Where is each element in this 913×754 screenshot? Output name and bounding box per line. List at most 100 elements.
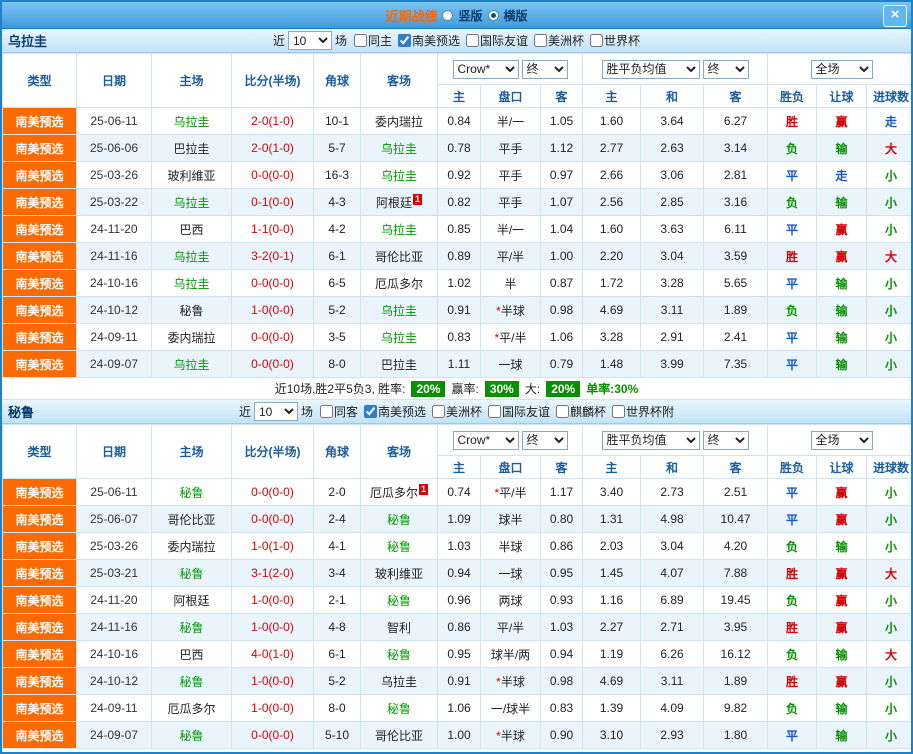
away-team-cell[interactable]: 厄瓜多尔 1 <box>360 478 438 506</box>
checkbox-input[interactable] <box>612 405 626 418</box>
home-team-cell[interactable]: 玻利维亚 <box>151 161 232 189</box>
home-team-cell[interactable]: 乌拉圭 <box>151 269 232 297</box>
league-type-cell[interactable]: 南美预选 <box>2 242 77 270</box>
home-team-cell[interactable]: 委内瑞拉 <box>151 323 232 351</box>
filter-checkbox[interactable]: 麒麟杯 <box>556 403 606 420</box>
checkbox-input[interactable] <box>488 405 502 418</box>
close-button[interactable]: × <box>883 5 907 27</box>
league-type-cell[interactable]: 南美预选 <box>2 586 77 614</box>
away-team-cell[interactable]: 乌拉圭 <box>360 215 438 243</box>
match-count-select[interactable]: 10 <box>287 31 332 50</box>
away-team-cell[interactable]: 委内瑞拉 <box>360 107 438 135</box>
match-count-select[interactable]: 10 <box>253 402 298 421</box>
away-team-cell[interactable]: 秘鲁 <box>360 694 438 722</box>
filter-checkbox[interactable]: 国际友谊 <box>466 32 528 49</box>
checkbox-input[interactable] <box>590 34 604 47</box>
radio-vertical-layout[interactable] <box>442 9 454 21</box>
home-team-cell[interactable]: 秘鲁 <box>151 613 232 641</box>
league-type-cell[interactable]: 南美预选 <box>2 505 77 533</box>
home-team-cell[interactable]: 委内瑞拉 <box>151 532 232 560</box>
checkbox-input[interactable] <box>319 405 333 418</box>
home-team-cell[interactable]: 阿根廷 <box>151 586 232 614</box>
home-team-cell[interactable]: 秘鲁 <box>151 559 232 587</box>
away-team-cell[interactable]: 巴拉圭 <box>360 350 438 378</box>
home-team-cell[interactable]: 秘鲁 <box>151 667 232 695</box>
league-type-cell[interactable]: 南美预选 <box>2 478 77 506</box>
odds-final-select[interactable]: 终 <box>521 59 568 79</box>
filter-checkbox[interactable]: 世界杯附 <box>612 403 674 420</box>
league-type-cell[interactable]: 南美预选 <box>2 640 77 668</box>
checkbox-input[interactable] <box>353 34 367 47</box>
away-team-cell[interactable]: 智利 <box>360 613 438 641</box>
fulltime-select[interactable]: 全场 <box>810 59 873 79</box>
odds-company-select[interactable]: Crow* <box>452 430 519 450</box>
home-team-cell[interactable]: 哥伦比亚 <box>151 505 232 533</box>
filter-checkbox[interactable]: 美洲杯 <box>432 403 482 420</box>
filter-checkbox[interactable]: 国际友谊 <box>488 403 550 420</box>
league-type-cell[interactable]: 南美预选 <box>2 269 77 297</box>
league-type-cell[interactable]: 南美预选 <box>2 215 77 243</box>
euro-odds-select[interactable]: 胜平负均值 <box>601 59 700 79</box>
filter-checkbox[interactable]: 同主 <box>353 32 392 49</box>
league-type-cell[interactable]: 南美预选 <box>2 350 77 378</box>
away-team-cell[interactable]: 秘鲁 <box>360 505 438 533</box>
away-team-cell[interactable]: 秘鲁 <box>360 586 438 614</box>
league-type-cell[interactable]: 南美预选 <box>2 296 77 324</box>
euro-final-select[interactable]: 终 <box>702 430 749 450</box>
league-type-cell[interactable]: 南美预选 <box>2 721 77 749</box>
league-type-cell[interactable]: 南美预选 <box>2 161 77 189</box>
checkbox-input[interactable] <box>363 405 377 418</box>
home-team-cell[interactable]: 秘鲁 <box>151 478 232 506</box>
league-type-cell[interactable]: 南美预选 <box>2 532 77 560</box>
away-team-cell[interactable]: 秘鲁 <box>360 640 438 668</box>
away-team-cell[interactable]: 玻利维亚 <box>360 559 438 587</box>
checkbox-input[interactable] <box>534 34 548 47</box>
odds-company-select[interactable]: Crow* <box>452 59 519 79</box>
away-team-cell[interactable]: 乌拉圭 <box>360 161 438 189</box>
checkbox-input[interactable] <box>397 34 411 47</box>
radio-horizontal-layout[interactable] <box>487 9 499 21</box>
checkbox-input[interactable] <box>432 405 445 418</box>
filter-checkbox[interactable]: 美洲杯 <box>534 32 584 49</box>
away-team-cell[interactable]: 阿根廷 1 <box>360 188 438 216</box>
home-team-cell[interactable]: 乌拉圭 <box>151 188 232 216</box>
home-team-cell[interactable]: 乌拉圭 <box>151 350 232 378</box>
league-type-cell[interactable]: 南美预选 <box>2 559 77 587</box>
away-team-cell[interactable]: 哥伦比亚 <box>360 242 438 270</box>
home-team-cell[interactable]: 厄瓜多尔 <box>151 694 232 722</box>
radio-vertical-label[interactable]: 竖版 <box>458 7 482 24</box>
home-team-cell[interactable]: 乌拉圭 <box>151 107 232 135</box>
filter-checkbox[interactable]: 同客 <box>319 403 358 420</box>
euro-odds-select[interactable]: 胜平负均值 <box>601 430 700 450</box>
home-team-cell[interactable]: 秘鲁 <box>151 296 232 324</box>
home-team-cell[interactable]: 巴拉圭 <box>151 134 232 162</box>
away-team-cell[interactable]: 乌拉圭 <box>360 296 438 324</box>
away-team-cell[interactable]: 哥伦比亚 <box>360 721 438 749</box>
league-type-cell[interactable]: 南美预选 <box>2 188 77 216</box>
league-type-cell[interactable]: 南美预选 <box>2 694 77 722</box>
home-team-cell[interactable]: 乌拉圭 <box>151 242 232 270</box>
radio-horizontal-label[interactable]: 横版 <box>504 7 528 24</box>
home-team-cell[interactable]: 巴西 <box>151 215 232 243</box>
filter-checkbox[interactable]: 南美预选 <box>363 403 426 420</box>
odds-final-select[interactable]: 终 <box>521 430 568 450</box>
league-type-cell[interactable]: 南美预选 <box>2 667 77 695</box>
checkbox-input[interactable] <box>556 405 570 418</box>
home-team-cell[interactable]: 巴西 <box>151 640 232 668</box>
league-type-cell[interactable]: 南美预选 <box>2 613 77 641</box>
checkbox-input[interactable] <box>466 34 479 47</box>
league-type-cell[interactable]: 南美预选 <box>2 107 77 135</box>
euro-final-select[interactable]: 终 <box>702 59 749 79</box>
filter-checkbox[interactable]: 世界杯 <box>590 32 640 49</box>
fulltime-select[interactable]: 全场 <box>810 430 873 450</box>
filter-checkbox[interactable]: 南美预选 <box>397 32 460 49</box>
league-type-cell[interactable]: 南美预选 <box>2 323 77 351</box>
handicap-line-cell: *平/半 <box>480 478 541 506</box>
away-team-cell[interactable]: 乌拉圭 <box>360 323 438 351</box>
away-team-cell[interactable]: 厄瓜多尔 <box>360 269 438 297</box>
home-team-cell[interactable]: 秘鲁 <box>151 721 232 749</box>
away-team-cell[interactable]: 秘鲁 <box>360 532 438 560</box>
away-team-cell[interactable]: 乌拉圭 <box>360 134 438 162</box>
league-type-cell[interactable]: 南美预选 <box>2 134 77 162</box>
away-team-cell[interactable]: 乌拉圭 <box>360 667 438 695</box>
